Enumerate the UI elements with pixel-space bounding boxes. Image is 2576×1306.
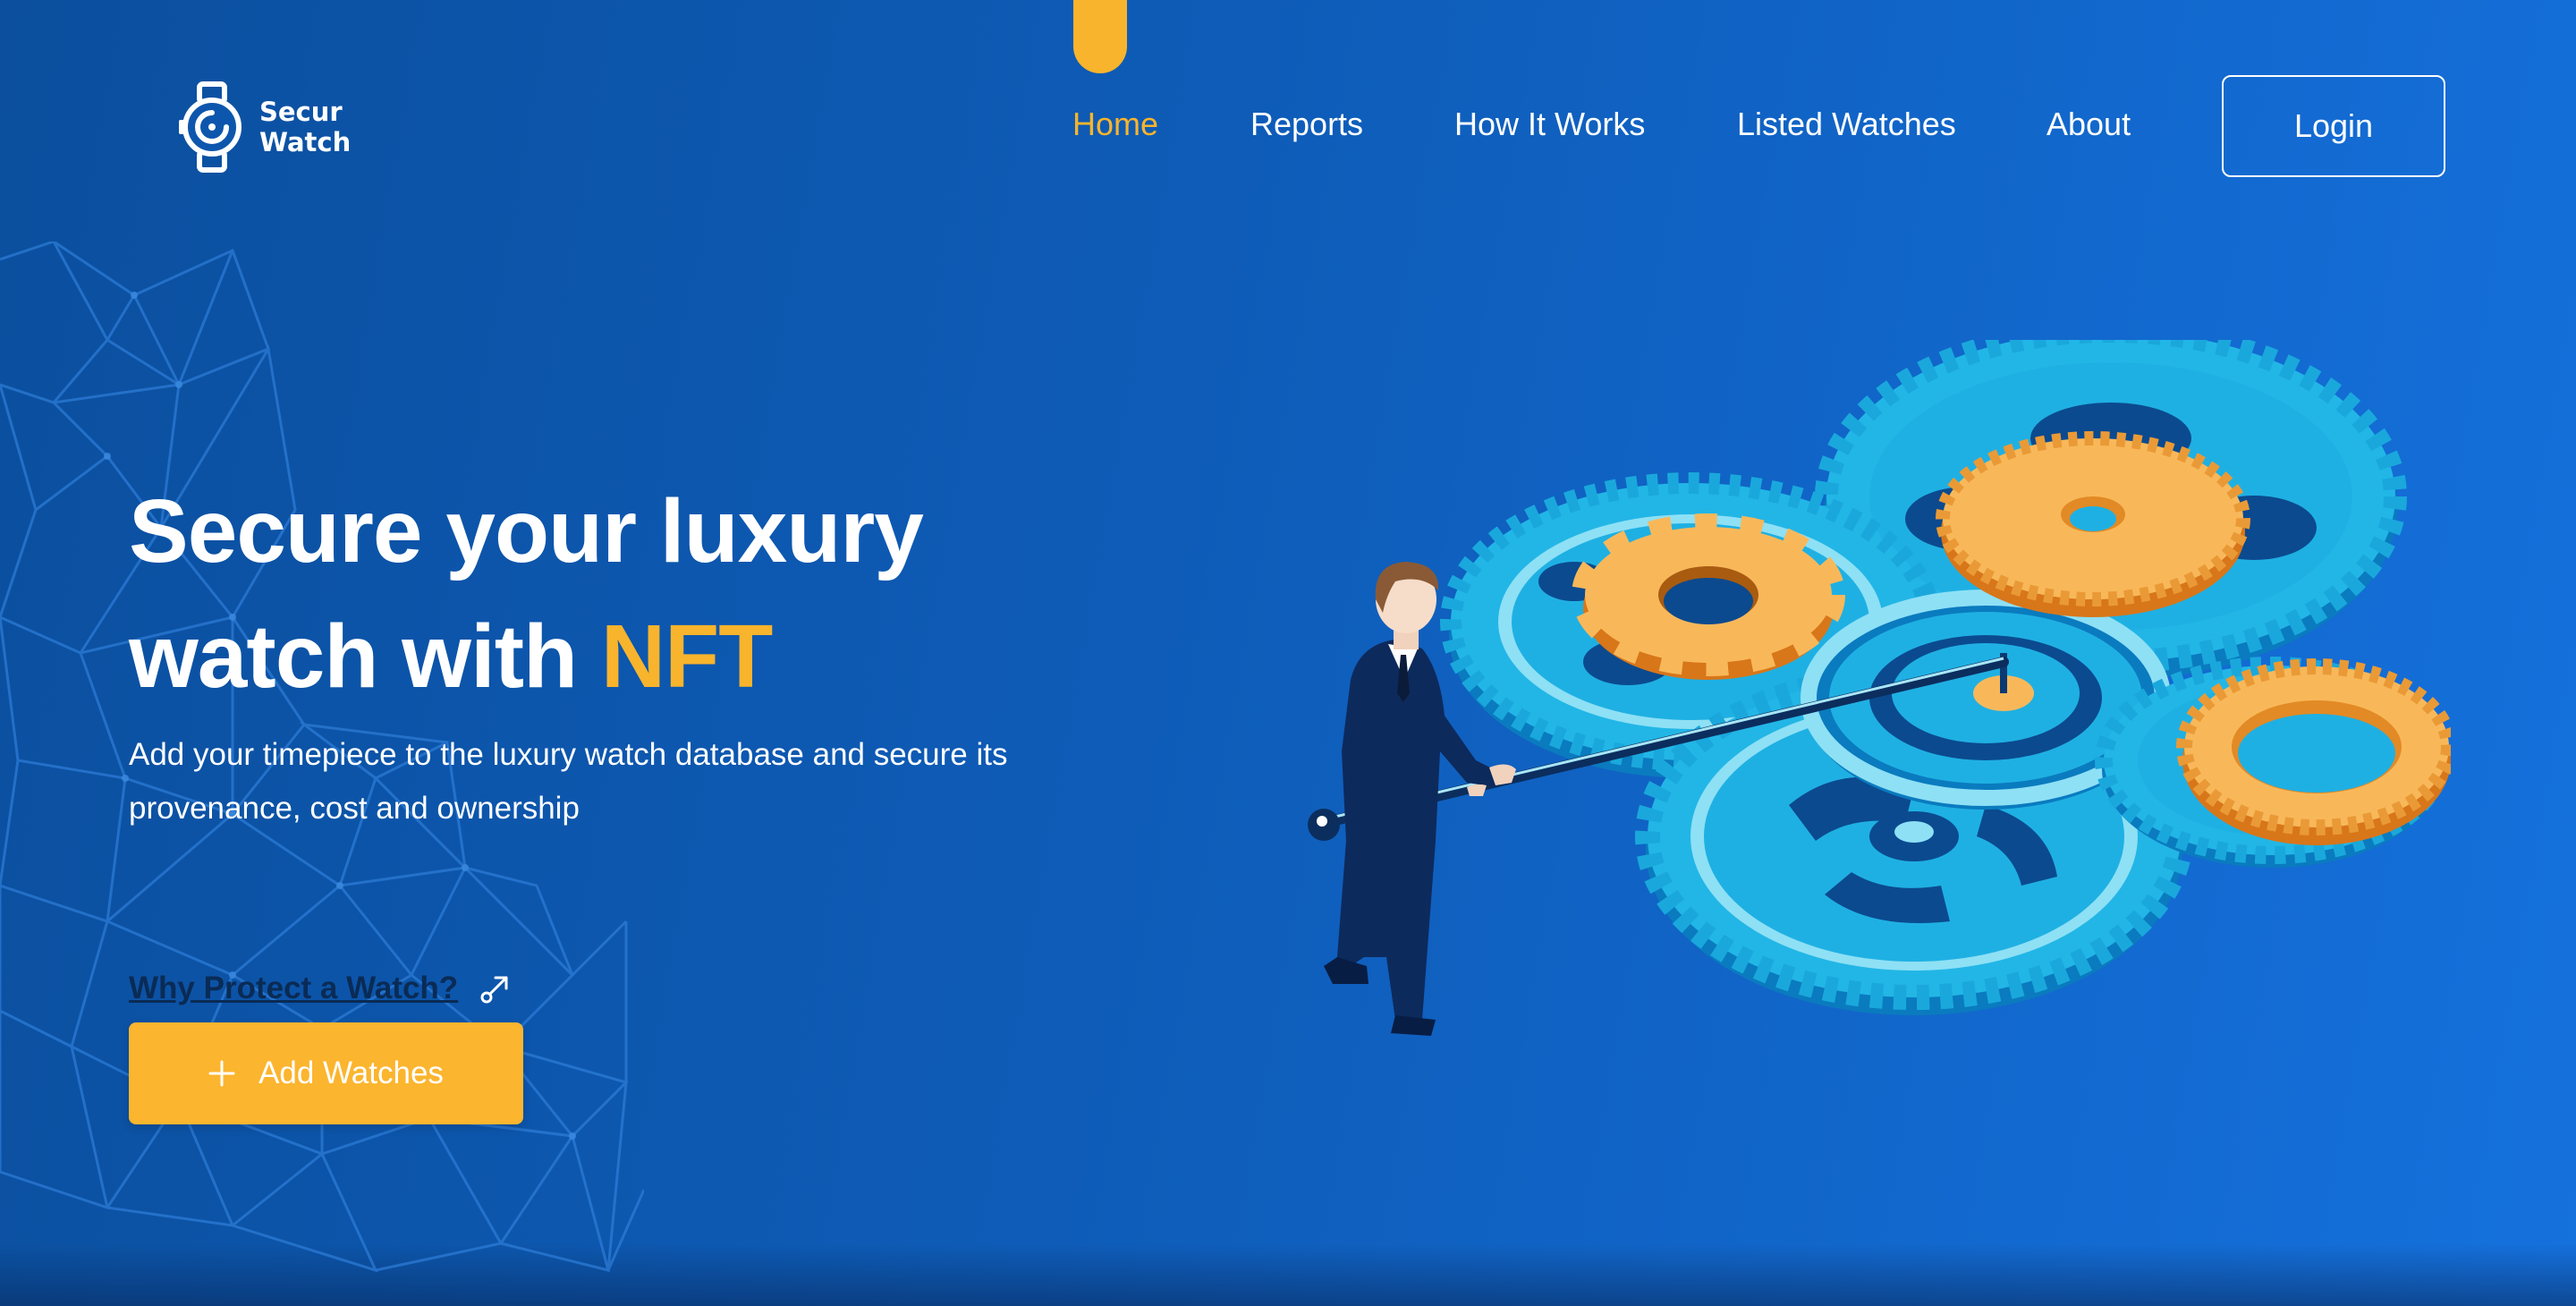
hero-title: Secure your luxury watch with NFT: [129, 469, 924, 719]
login-button[interactable]: Login: [2222, 75, 2445, 177]
hero-title-accent: NFT: [600, 606, 773, 707]
nav-how-it-works[interactable]: How It Works: [1454, 106, 1645, 143]
gear-orange-top: [1936, 431, 2250, 617]
nav-home[interactable]: Home: [1072, 106, 1158, 143]
gear-orange-right: [2176, 658, 2451, 845]
top-accent-tab: [1073, 0, 1127, 73]
plus-icon: [208, 1060, 235, 1087]
why-protect-link[interactable]: Why Protect a Watch?: [129, 971, 512, 1006]
nav-reports[interactable]: Reports: [1250, 106, 1363, 143]
gear-orange-small: [1572, 513, 1845, 680]
brand-name-line1: Secur: [259, 97, 343, 127]
external-link-icon: [480, 976, 508, 1004]
gears-illustration: [1308, 340, 2451, 1036]
hero-title-line1: Secure your luxury: [129, 481, 924, 581]
why-protect-link-text: Why Protect a Watch?: [129, 971, 459, 1005]
add-watches-label: Add Watches: [258, 1056, 444, 1090]
nav-about[interactable]: About: [2046, 106, 2131, 143]
hero-subtitle: Add your timepiece to the luxury watch d…: [129, 737, 1008, 826]
hero-title-line2: watch with: [129, 606, 601, 707]
watch-icon: [179, 81, 242, 173]
nav-listed-watches[interactable]: Listed Watches: [1737, 106, 1956, 143]
add-watches-button[interactable]: Add Watches: [129, 1022, 523, 1124]
brand-logo[interactable]: Secur Watch: [175, 81, 351, 174]
brand-name-line2: Watch: [259, 127, 352, 157]
